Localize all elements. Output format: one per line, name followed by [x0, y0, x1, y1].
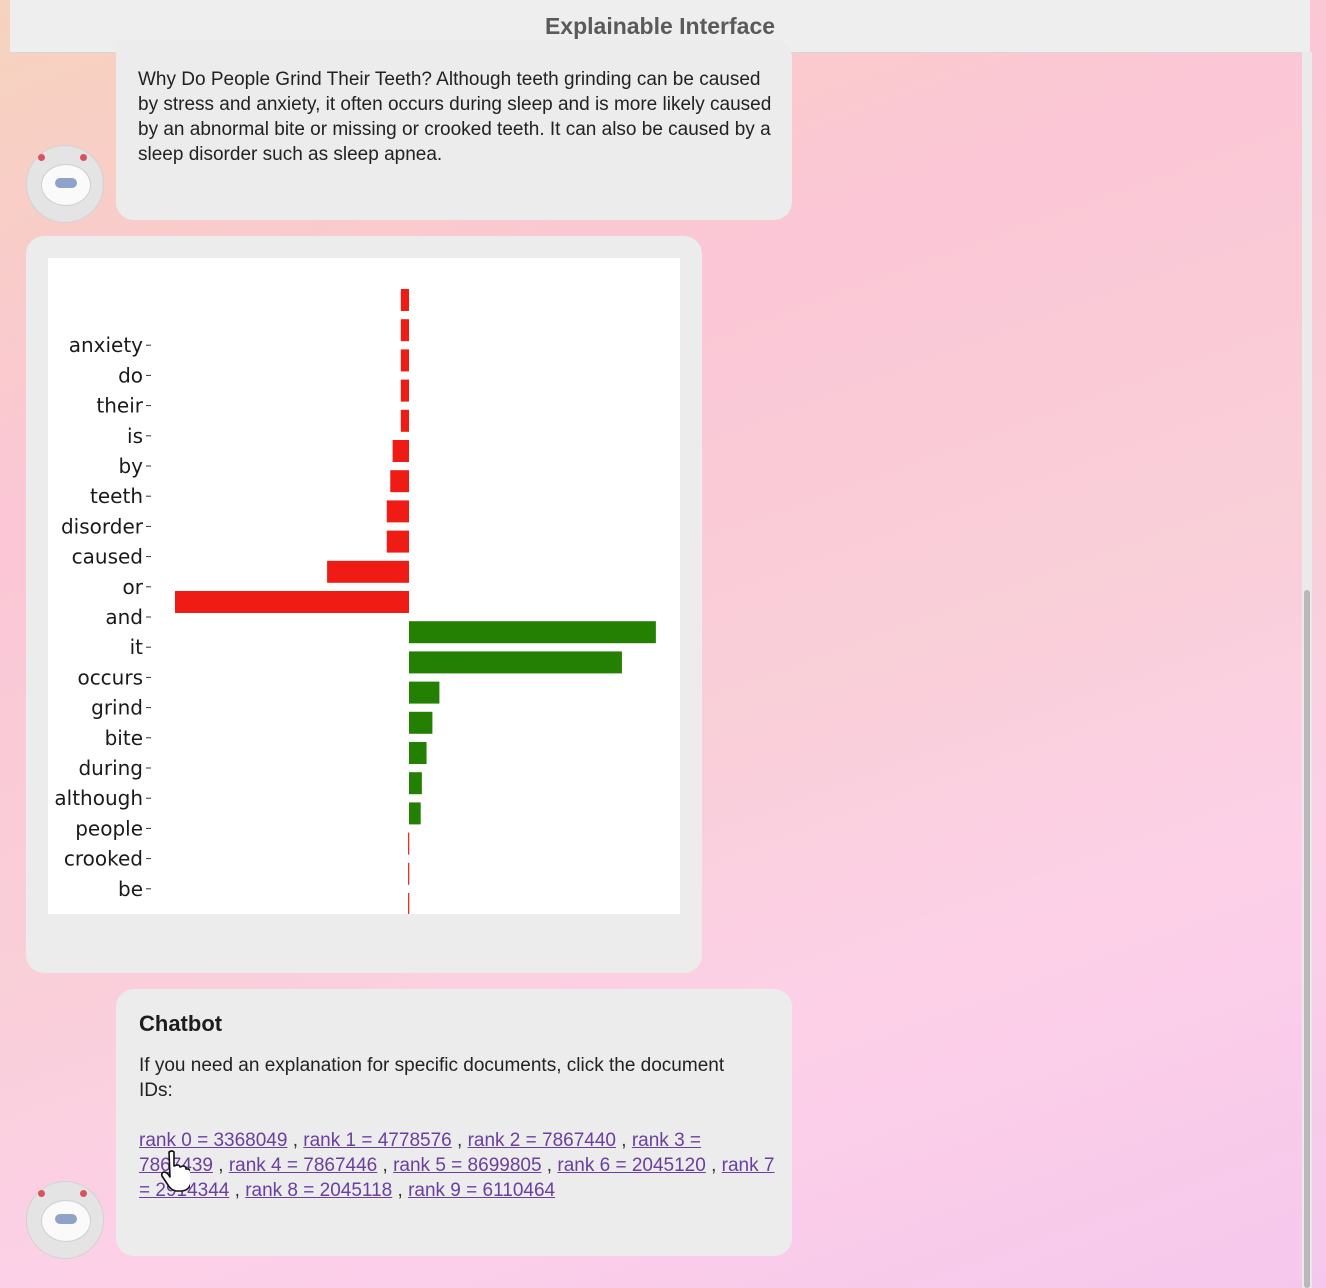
antenna-right-icon	[80, 154, 87, 161]
robot-avatar-icon	[26, 1181, 104, 1259]
chart-bar-bite	[409, 711, 433, 734]
y-tick-label-their: their	[96, 394, 143, 418]
y-tick-label-by: by	[118, 454, 143, 478]
bot-answer-bubble: Why Do People Grind Their Teeth? Althoug…	[116, 40, 792, 220]
y-tick-label-teeth: teeth	[90, 484, 143, 508]
scrollbar-thumb[interactable]	[1304, 590, 1310, 1288]
chart-bar-it	[409, 621, 656, 644]
chatbot-intro-text: If you need an explanation for specific …	[139, 1055, 725, 1101]
y-tick-label-although: although	[54, 786, 143, 810]
y-tick-label-is: is	[127, 424, 143, 448]
explanation-chart: anxiety do their is by teeth disorder caused or a…	[48, 258, 680, 931]
robot-avatar-icon	[26, 145, 104, 223]
app-title: Explainable Interface	[544, 12, 776, 39]
y-tick-label-occurs: occurs	[77, 665, 143, 689]
document-id-link-rank-9[interactable]: rank 9 = 6110464	[408, 1180, 555, 1201]
chart-bar-occurs	[409, 651, 622, 674]
link-separator: ,	[287, 1130, 304, 1151]
chart-bar-be	[408, 862, 410, 885]
document-id-link-rank-4[interactable]: rank 4 = 7867446	[229, 1155, 377, 1176]
chart-bar-grind	[409, 681, 440, 704]
y-tick-label-and: and	[105, 605, 143, 629]
chatbot-document-bubble: Chatbot If you need an explanation for s…	[116, 989, 792, 1256]
y-tick-label-crooked: crooked	[64, 847, 143, 871]
link-separator: ,	[377, 1155, 394, 1176]
link-separator: ,	[229, 1180, 246, 1201]
chart-bar-is	[400, 409, 409, 432]
link-separator: ,	[212, 1155, 229, 1176]
antenna-right-icon	[80, 1190, 87, 1197]
document-id-links: rank 0 = 3368049 , rank 1 = 4778576 , ra…	[139, 1128, 779, 1203]
y-tick-label-people: people	[75, 816, 143, 840]
chart-bar-their	[400, 379, 409, 402]
chart-bar-disorder	[386, 500, 409, 523]
chart-bar-and	[175, 591, 409, 613]
y-tick-label-bite: bite	[105, 726, 143, 750]
link-separator: ,	[541, 1155, 558, 1176]
chart-bar-can	[408, 893, 410, 915]
chart-bar-crooked	[408, 832, 410, 855]
token-importance-chart: anxiety do their is by teeth disorder caused or a…	[54, 289, 656, 931]
chart-bar-do	[400, 349, 409, 372]
y-tick-label-anxiety: anxiety	[69, 333, 143, 357]
y-tick-label-be: be	[118, 877, 143, 901]
document-id-link-rank-2[interactable]: rank 2 = 7867440	[468, 1130, 616, 1151]
chart-bar-anxiety	[400, 319, 409, 342]
robot-face-icon	[41, 1200, 91, 1242]
y-tick-label-can: can	[107, 907, 143, 914]
link-separator: ,	[451, 1130, 468, 1151]
chart-bar-caused	[386, 530, 409, 553]
chart-bar-people	[409, 802, 421, 825]
bot-answer-text: Why Do People Grind Their Teeth? Althoug…	[138, 69, 772, 165]
chart-bar-teeth	[390, 470, 409, 493]
y-tick-label-do: do	[118, 363, 143, 387]
y-tick-label-during: during	[78, 756, 143, 780]
y-tick-label-grind: grind	[91, 696, 143, 720]
document-id-link-rank-8[interactable]: rank 8 = 2045118	[245, 1180, 392, 1201]
chart-bar-or	[327, 560, 409, 583]
y-tick-label-it: it	[130, 635, 144, 659]
robot-visor-icon	[55, 178, 77, 188]
y-tick-label-or: or	[123, 575, 144, 599]
chatbot-heading: Chatbot	[139, 1011, 223, 1036]
chart-bar-although	[409, 772, 422, 795]
document-id-link-rank-1[interactable]: rank 1 = 4778576	[303, 1130, 451, 1151]
document-id-link-rank-6[interactable]: rank 6 = 2045120	[557, 1155, 705, 1176]
y-tick-label-caused: caused	[72, 545, 143, 569]
chart-bar-unlabeled	[400, 289, 409, 311]
hand-pointer-cursor-icon	[160, 1150, 190, 1192]
document-id-link-rank-5[interactable]: rank 5 = 8699805	[393, 1155, 541, 1176]
chart-bar-by	[392, 440, 409, 462]
chart-bar-during	[409, 742, 427, 764]
document-id-link-rank-0[interactable]: rank 0 = 3368049	[139, 1130, 287, 1151]
link-separator: ,	[705, 1155, 722, 1176]
antenna-left-icon	[38, 154, 45, 161]
robot-face-icon	[41, 164, 91, 206]
link-separator: ,	[392, 1180, 409, 1201]
antenna-left-icon	[38, 1190, 45, 1197]
robot-visor-icon	[55, 1214, 77, 1224]
link-separator: ,	[616, 1130, 632, 1151]
y-tick-label-disorder: disorder	[61, 514, 144, 538]
